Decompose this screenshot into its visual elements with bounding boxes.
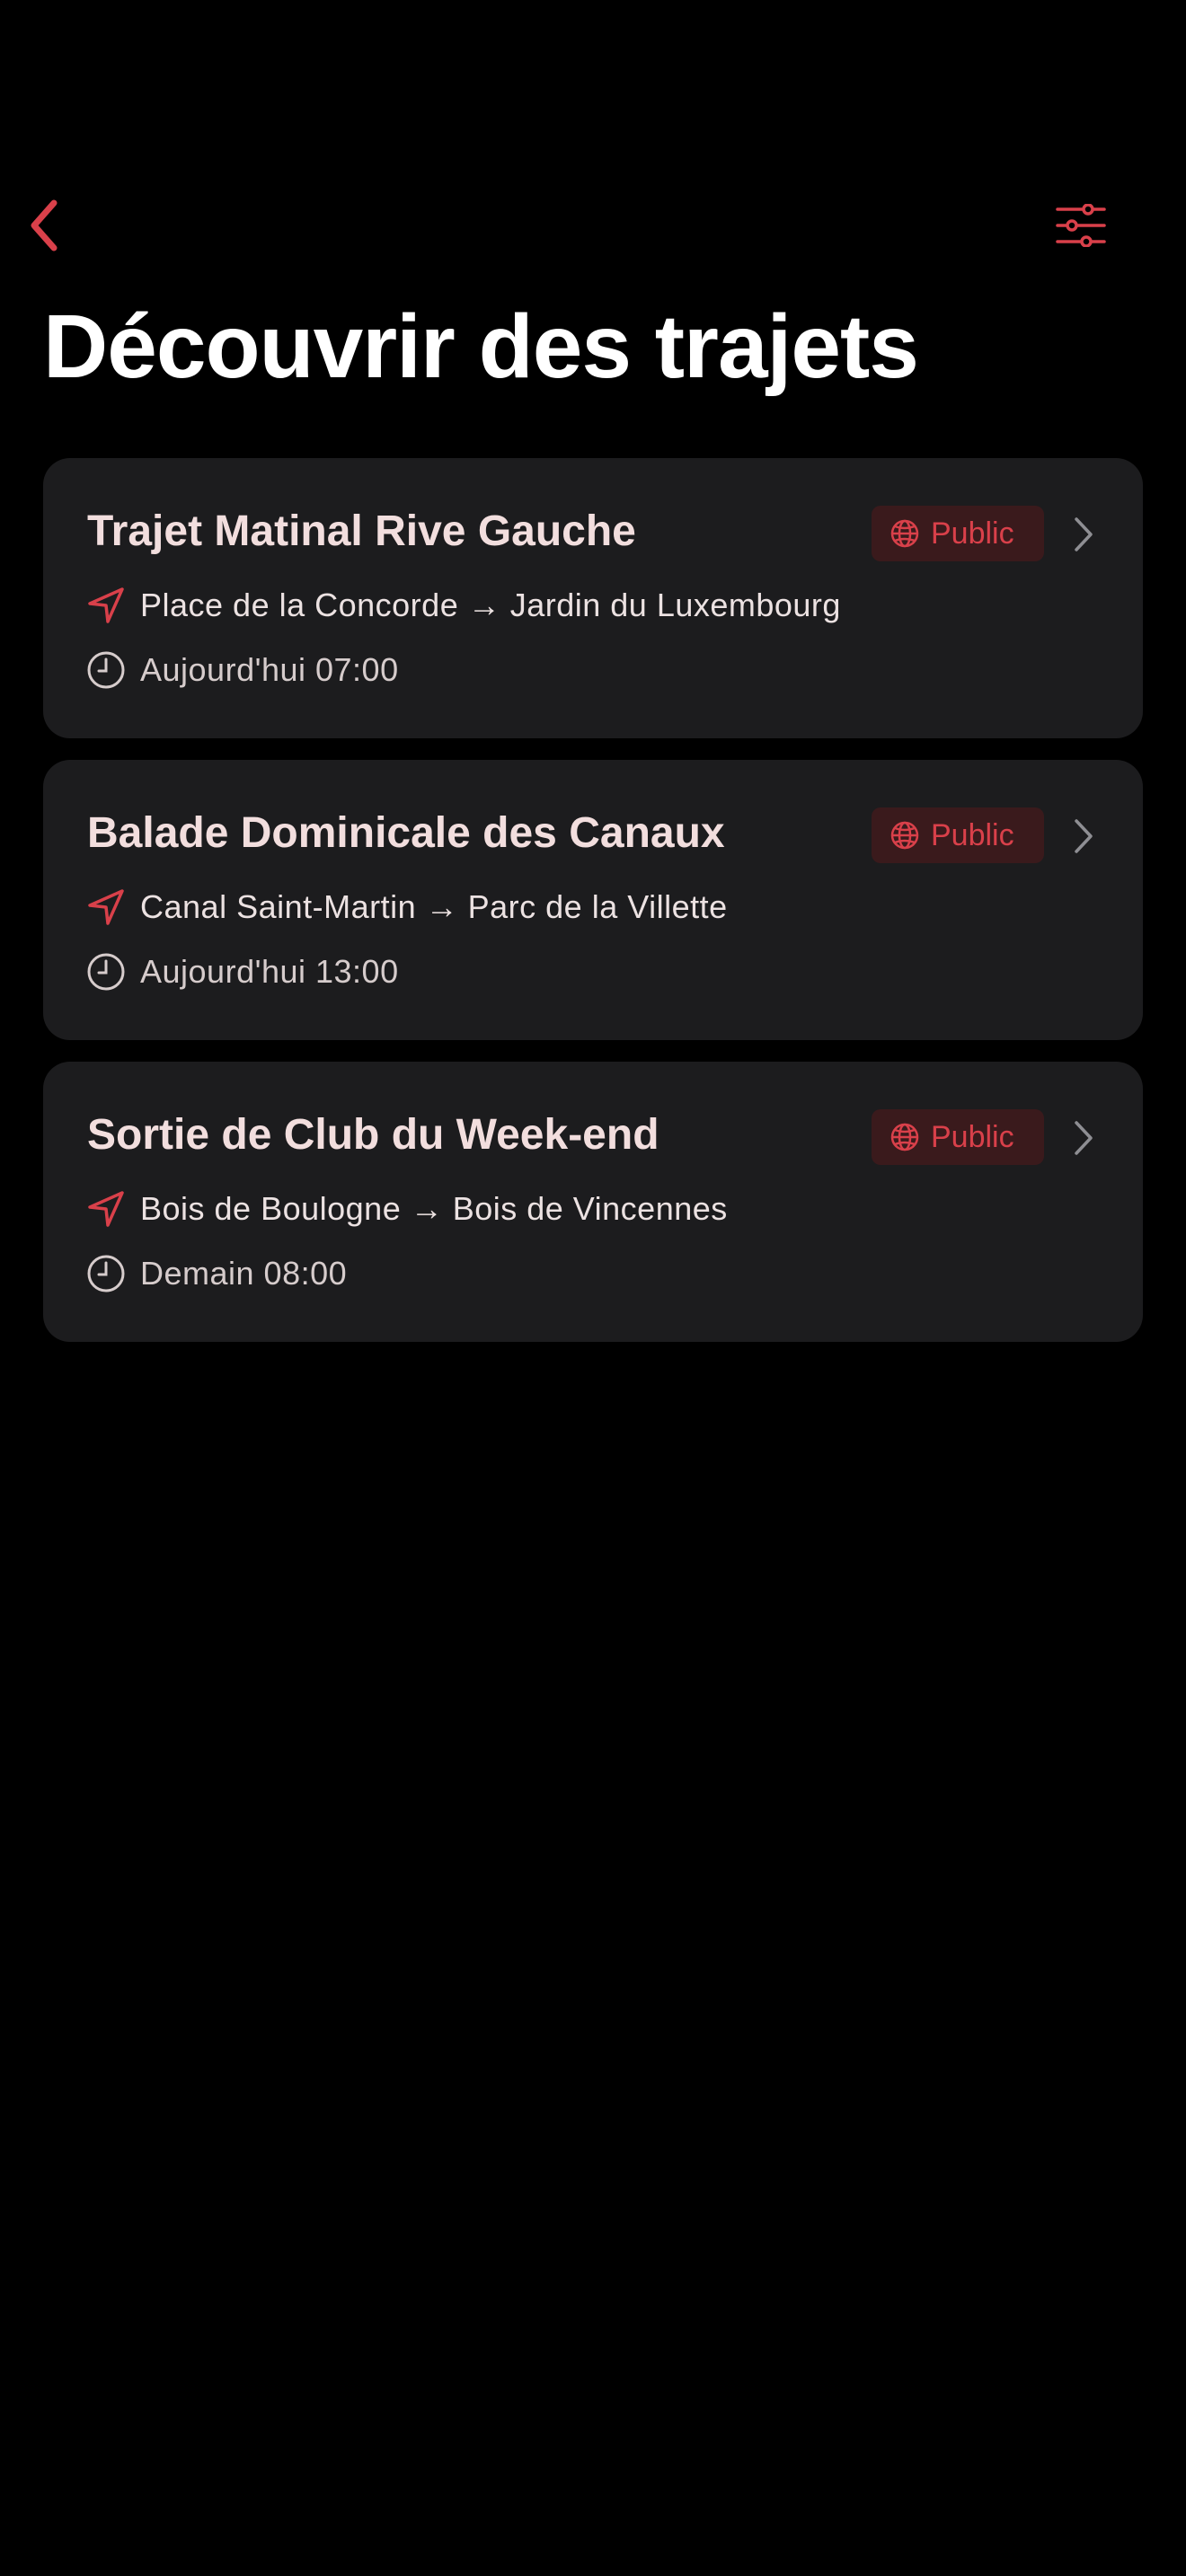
clock-icon [86,952,126,992]
sliders-icon [1056,204,1106,247]
trip-card[interactable]: Balade Dominicale des Canaux Public Cana… [43,760,1143,1040]
visibility-badge: Public [872,807,1044,863]
globe-icon [890,518,920,549]
route-row: Canal Saint-Martin → Parc de la Villette [86,887,728,927]
trip-card[interactable]: Sortie de Club du Week-end Public Bois d… [43,1062,1143,1342]
globe-icon [890,1122,920,1152]
chevron-left-icon [31,199,58,251]
trip-title: Trajet Matinal Rive Gauche [87,507,636,555]
route-row: Bois de Boulogne → Bois de Vincennes [86,1189,728,1229]
visibility-badge: Public [872,506,1044,561]
route-text: Place de la Concorde → Jardin du Luxembo… [140,587,841,623]
time-row: Aujourd'hui 13:00 [86,952,399,992]
route-row: Place de la Concorde → Jardin du Luxembo… [86,586,841,625]
visibility-label: Public [931,1119,1014,1154]
visibility-badge: Public [872,1109,1044,1165]
location-arrow-icon [86,586,126,625]
trip-card[interactable]: Trajet Matinal Rive Gauche Public Place … [43,458,1143,738]
chevron-right-icon [1066,814,1102,859]
trip-list: Trajet Matinal Rive Gauche Public Place … [43,458,1143,1363]
back-button[interactable] [27,194,81,257]
visibility-label: Public [931,516,1014,551]
trip-title: Sortie de Club du Week-end [87,1111,659,1159]
time-row: Aujourd'hui 07:00 [86,650,399,690]
clock-icon [86,650,126,690]
time-text: Demain 08:00 [140,1255,348,1292]
globe-icon [890,820,920,851]
filter-button[interactable] [1049,196,1112,255]
route-text: Canal Saint-Martin → Parc de la Villette [140,888,728,925]
time-text: Aujourd'hui 07:00 [140,651,399,688]
visibility-label: Public [931,817,1014,852]
location-arrow-icon [86,887,126,927]
page-title: Découvrir des trajets [43,296,919,397]
route-text: Bois de Boulogne → Bois de Vincennes [140,1190,728,1227]
chevron-right-icon [1066,1116,1102,1160]
clock-icon [86,1254,126,1293]
chevron-right-icon [1066,512,1102,557]
time-text: Aujourd'hui 13:00 [140,953,399,990]
location-arrow-icon [86,1189,126,1229]
trip-title: Balade Dominicale des Canaux [87,809,725,857]
time-row: Demain 08:00 [86,1254,347,1293]
